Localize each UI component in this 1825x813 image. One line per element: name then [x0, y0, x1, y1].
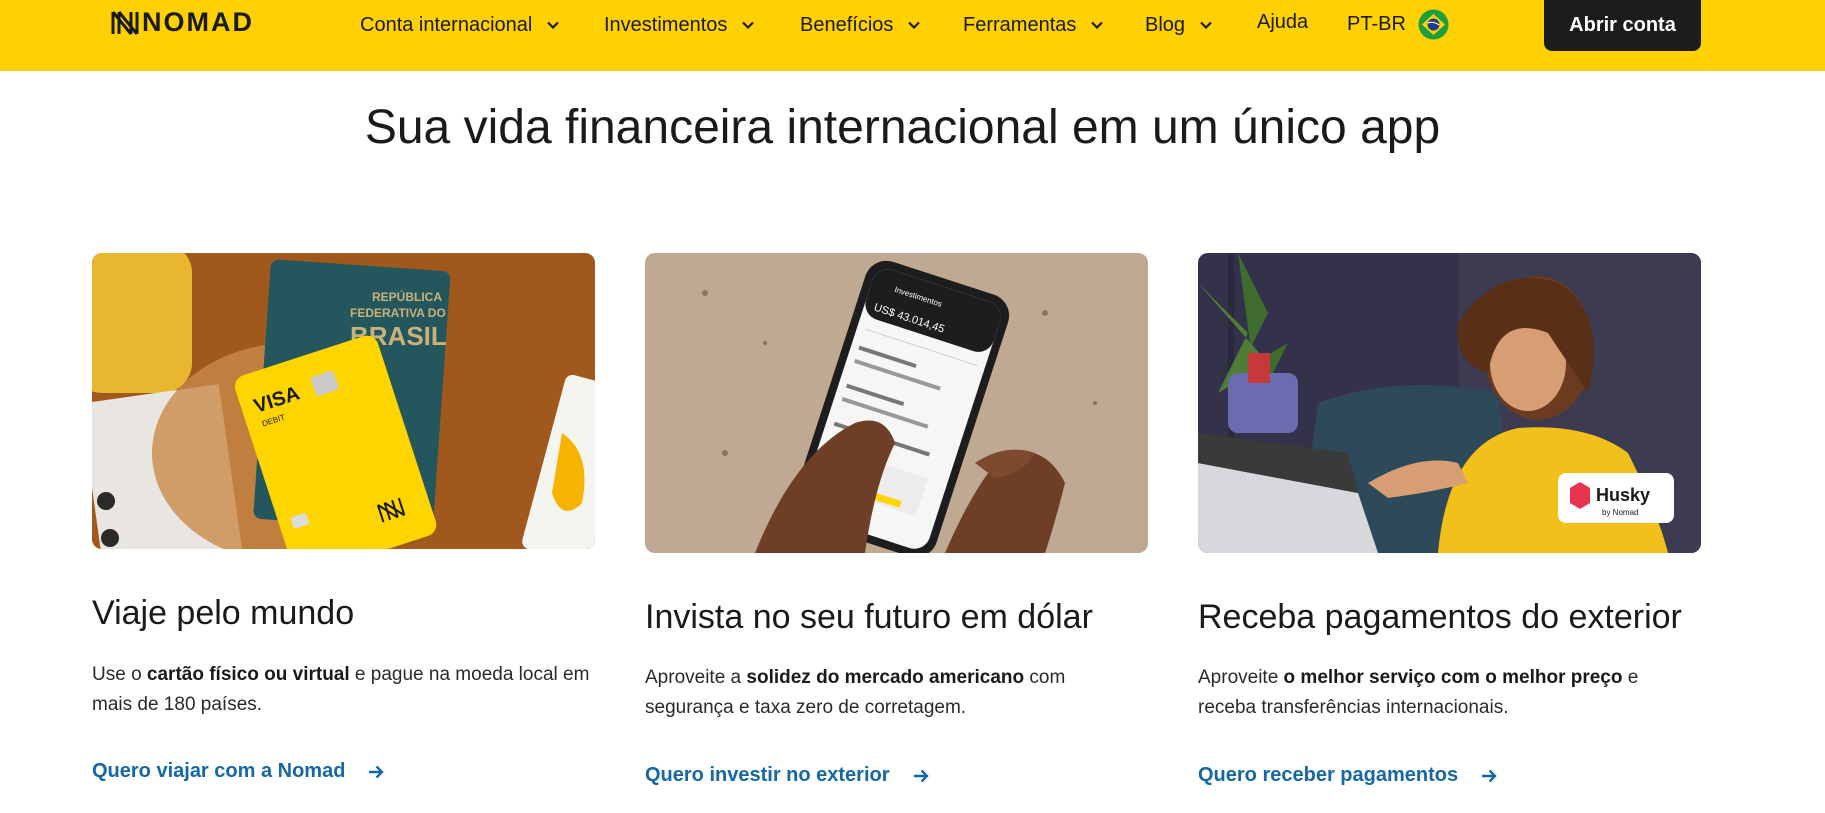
link-label: Quero receber pagamentos	[1198, 764, 1459, 786]
logo-text: NOMAD	[142, 6, 254, 37]
payments-image: Husky by Nomad	[1198, 253, 1701, 553]
language-selector[interactable]: PT-BR	[1347, 9, 1449, 39]
invest-image: Investimentos US$ 43.014,45	[645, 253, 1148, 553]
page-title: Sua vida financeira internacional em um …	[364, 101, 1441, 154]
language-label: PT-BR	[1347, 12, 1406, 35]
passport-text-2: FEDERATIVA DO	[350, 306, 446, 320]
passport-text-1: REPÚBLICA	[372, 289, 442, 304]
arrow-right-icon	[369, 765, 385, 778]
chevron-down-icon	[742, 21, 755, 30]
nav-label: Benefícios	[800, 13, 894, 36]
chevron-down-icon	[908, 21, 921, 30]
nomad-logo-icon	[111, 11, 139, 35]
site-header: NOMAD Conta internacional Investimentos …	[0, 0, 1825, 71]
link-label: Quero viajar com a Nomad	[92, 760, 346, 782]
nav-label: Conta internacional	[360, 13, 533, 36]
card-description: Aproveite o melhor serviço com o melhor …	[1198, 667, 1639, 718]
chevron-down-icon	[547, 21, 560, 30]
card-title: Viaje pelo mundo	[92, 594, 355, 632]
open-account-button[interactable]: Abrir conta	[1544, 0, 1701, 51]
nav-conta-internacional[interactable]: Conta internacional	[360, 10, 560, 40]
nomad-logo[interactable]: NOMAD	[110, 6, 254, 38]
nav-ajuda[interactable]: Ajuda	[1257, 7, 1308, 37]
invest-link[interactable]: Quero investir no exterior	[645, 764, 930, 787]
nav-label: Investimentos	[604, 13, 728, 36]
brazil-flag-icon	[1418, 9, 1449, 39]
husky-badge-name: Husky	[1596, 485, 1650, 505]
husky-badge-sub: by Nomad	[1602, 508, 1638, 517]
link-label: Quero investir no exterior	[645, 764, 890, 786]
nav-blog[interactable]: Blog	[1145, 10, 1213, 40]
arrow-right-icon	[913, 769, 929, 782]
nav-label: Ferramentas	[963, 13, 1077, 36]
travel-image: REPÚBLICA FEDERATIVA DO BRASIL VISA DEBI…	[92, 253, 595, 549]
chevron-down-icon	[1200, 21, 1212, 30]
nav-label: Blog	[1145, 13, 1186, 36]
travel-link[interactable]: Quero viajar com a Nomad	[92, 760, 385, 783]
card-description: Aproveite a solidez do mercado americano…	[645, 667, 1066, 718]
nav-label: Ajuda	[1257, 10, 1309, 33]
nav-investimentos[interactable]: Investimentos	[604, 10, 755, 40]
arrow-right-icon	[1482, 769, 1497, 782]
card-description: Use o cartão físico ou virtual e pague n…	[92, 664, 590, 715]
nav-ferramentas[interactable]: Ferramentas	[963, 10, 1104, 40]
card-title: Invista no seu futuro em dólar	[645, 598, 1093, 636]
nav-beneficios[interactable]: Benefícios	[800, 10, 921, 40]
payments-link[interactable]: Quero receber pagamentos	[1198, 764, 1498, 787]
chevron-down-icon	[1091, 21, 1104, 30]
card-title: Receba pagamentos do exterior	[1198, 598, 1682, 636]
